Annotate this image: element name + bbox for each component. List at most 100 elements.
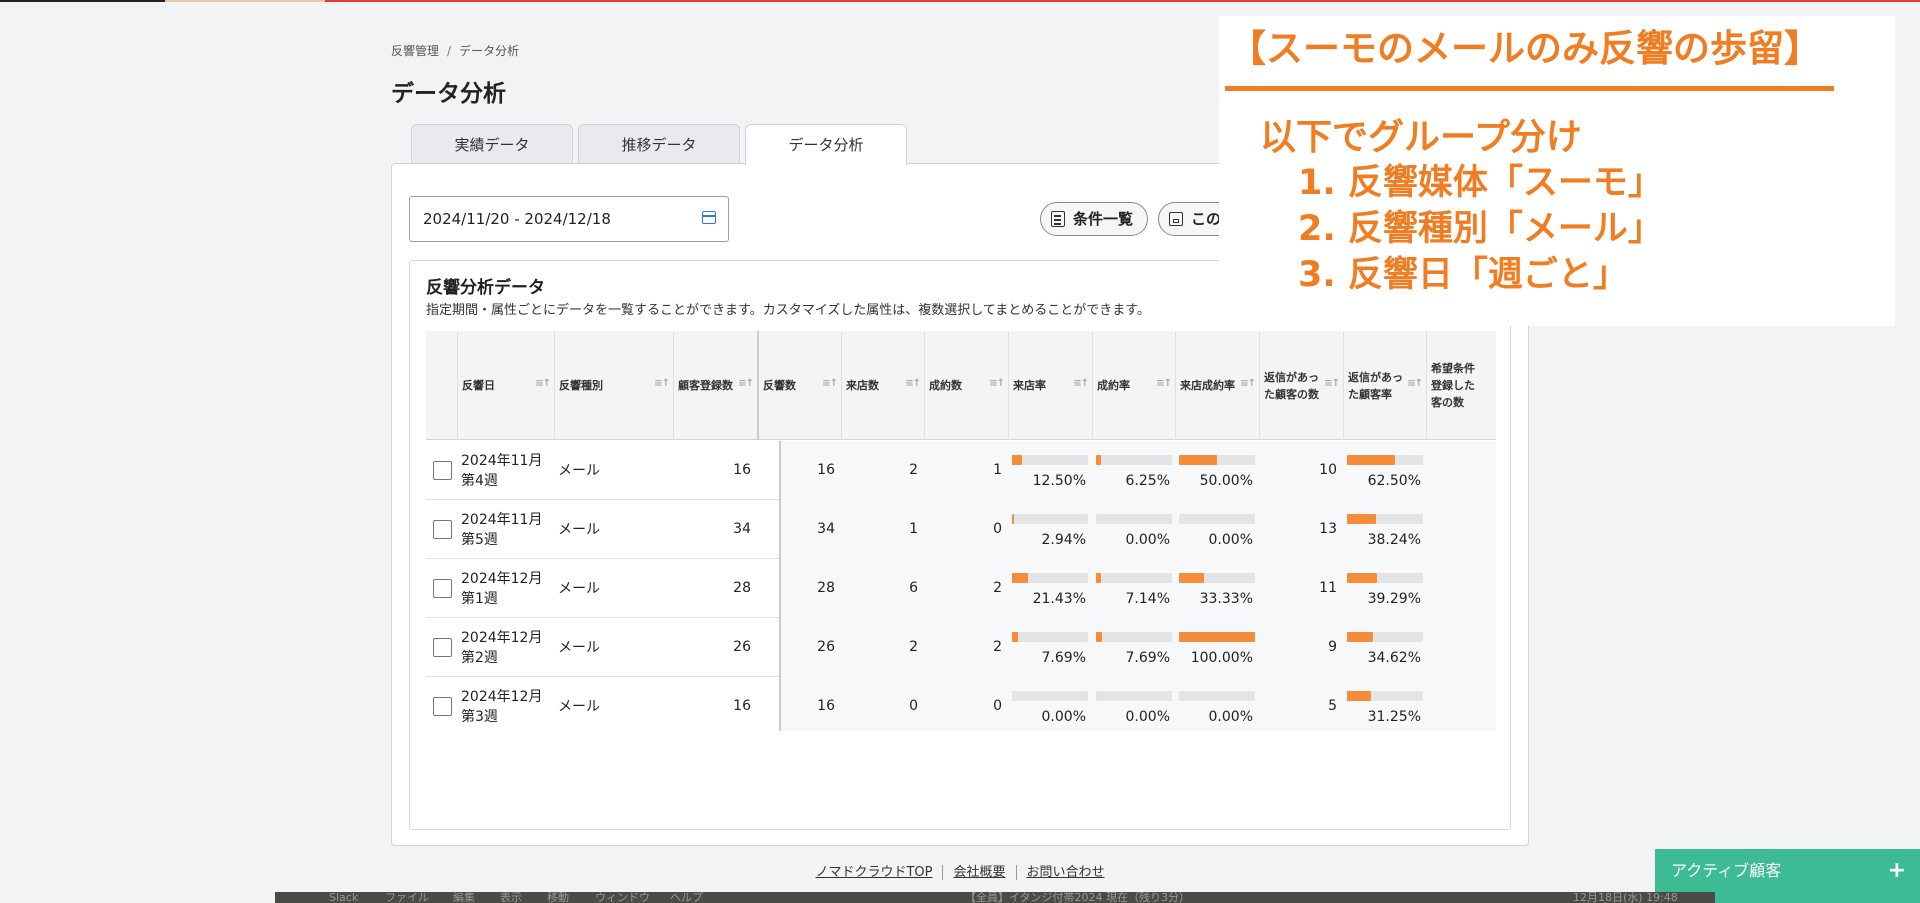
sort-icon[interactable]: ≡↑: [989, 378, 1005, 389]
footer: ノマドクラウドTOP 会社概要 お問い合わせ: [0, 861, 1920, 880]
cell-responses: 34: [817, 521, 835, 537]
column-header-visits[interactable]: 来店数 ≡↑: [841, 331, 924, 440]
page-title: データ分析: [391, 81, 506, 107]
sort-icon[interactable]: ≡↑: [535, 378, 551, 389]
rate-bar: [1347, 691, 1423, 701]
rate-bar-fill: [1012, 573, 1028, 583]
cell-registered: 34: [733, 521, 751, 537]
sort-icon[interactable]: ≡↑: [654, 378, 670, 389]
column-header-contract-rate[interactable]: 成約率 ≡↑: [1092, 331, 1175, 440]
calendar-icon[interactable]: [702, 211, 716, 224]
sort-icon[interactable]: ≡↑: [905, 378, 921, 389]
tab-trend-data[interactable]: 推移データ: [578, 124, 740, 164]
column-header-visit-contract-rate[interactable]: 来店成約率 ≡↑: [1175, 331, 1259, 440]
sort-icon[interactable]: ≡↑: [1073, 378, 1089, 389]
sort-icon[interactable]: ≡↑: [1240, 378, 1256, 389]
cell-visit_rate: 12.50%: [1032, 473, 1086, 489]
cell-contract_rate: 7.14%: [1125, 591, 1170, 607]
sort-icon[interactable]: ≡↑: [1156, 378, 1172, 389]
tab-data-analysis[interactable]: データ分析: [745, 124, 907, 165]
cell-replied_rate: 39.29%: [1367, 591, 1421, 607]
save-conditions-button[interactable]: この: [1158, 202, 1228, 236]
cell-visit_contract_rate: 0.00%: [1208, 532, 1253, 548]
column-header-registered[interactable]: 顧客登録数 ≡↑: [673, 331, 757, 440]
footer-link-company[interactable]: 会社概要: [942, 865, 1016, 880]
column-header-response-date[interactable]: 反響日 ≡↑: [457, 331, 554, 440]
top-accent-line: [0, 0, 1920, 2]
cell-replied_rate: 38.24%: [1367, 532, 1421, 548]
menubar-item[interactable]: 表示: [500, 892, 522, 903]
menubar-clock[interactable]: 12月18日(水) 19:48: [1573, 892, 1678, 903]
tab-performance-data[interactable]: 実績データ: [411, 124, 573, 164]
sort-icon[interactable]: ≡↑: [1324, 378, 1340, 389]
menubar-item[interactable]: ヘルプ: [670, 892, 703, 903]
table-row[interactable]: 2024年12月第2週 メール 26 26 2 2 9 7.69% 7.69% 100.00% 34…: [426, 618, 1496, 677]
rate-bar-fill: [1012, 455, 1022, 465]
rate-bar: [1347, 455, 1423, 465]
annotation-divider: [1225, 86, 1834, 91]
column-header-visit-rate[interactable]: 来店率 ≡↑: [1008, 331, 1092, 440]
row-checkbox[interactable]: [433, 520, 452, 539]
rate-bar-fill: [1347, 573, 1377, 583]
column-header-preference-registered[interactable]: 希望条件 登録した 客の数: [1426, 331, 1496, 440]
table-row[interactable]: 2024年11月第4週 メール 16 16 2 1 10 12.50% 6.25% 50.00% 6…: [426, 441, 1496, 500]
menubar-item[interactable]: 移動: [547, 892, 569, 903]
footer-link-contact[interactable]: お問い合わせ: [1015, 865, 1115, 880]
rate-bar: [1012, 691, 1088, 701]
menubar-item[interactable]: ウィンドウ: [595, 892, 650, 903]
cell-visit_contract_rate: 50.00%: [1199, 473, 1253, 489]
menubar-item[interactable]: ファイル: [385, 892, 429, 903]
breadcrumb: 反響管理 / データ分析: [391, 42, 519, 59]
cell-visits: 2: [909, 639, 918, 655]
annotation-subtitle: 以下でグループ分け: [1260, 117, 1582, 158]
column-header-responses[interactable]: 反響数 ≡↑: [757, 331, 841, 440]
row-checkbox[interactable]: [433, 461, 452, 480]
column-header-replied-rate[interactable]: 返信があっ た顧客率 ≡↑: [1343, 331, 1426, 440]
column-header-contracts[interactable]: 成約数 ≡↑: [924, 331, 1008, 440]
rate-bar-fill: [1012, 514, 1014, 524]
sort-icon[interactable]: ≡↑: [1407, 378, 1423, 389]
rate-bar: [1347, 514, 1423, 524]
rate-bar: [1179, 573, 1255, 583]
cell-contracts: 2: [993, 580, 1002, 596]
conditions-list-label: 条件一覧: [1073, 210, 1134, 228]
rate-bar: [1179, 514, 1255, 524]
rate-bar: [1096, 455, 1172, 465]
cell-visits: 0: [909, 698, 918, 714]
plus-icon[interactable]: +: [1888, 849, 1906, 893]
cell-responses: 16: [817, 698, 835, 714]
rate-bar: [1096, 691, 1172, 701]
rate-bar-fill: [1347, 632, 1373, 642]
cell-contract_rate: 7.69%: [1125, 650, 1170, 666]
cell-contracts: 1: [993, 462, 1002, 478]
sort-icon[interactable]: ≡↑: [738, 378, 754, 389]
cell-response-date: 2024年11月第5週: [461, 511, 543, 548]
table-row[interactable]: 2024年11月第5週 メール 34 34 1 0 13 2.94% 0.00% 0.00% 38.…: [426, 500, 1496, 559]
row-checkbox[interactable]: [433, 579, 452, 598]
row-checkbox[interactable]: [433, 638, 452, 657]
cell-response-date: 2024年11月第4週: [461, 452, 543, 489]
table-header: 反響日 ≡↑ 反響種別 ≡↑ 顧客登録数 ≡↑ 反響数 ≡↑ 来店数 ≡↑ 成約数 ≡↑ 来…: [426, 331, 1496, 440]
menubar-meeting-status[interactable]: 【全員】イタンジ付帯2024 現在（残り3分）: [965, 892, 1190, 903]
cell-replied: 11: [1319, 580, 1337, 596]
footer-link-top[interactable]: ノマドクラウドTOP: [805, 865, 942, 880]
date-range-input[interactable]: 2024/11/20 - 2024/12/18: [409, 196, 729, 242]
rate-bar-fill: [1179, 455, 1217, 465]
row-checkbox[interactable]: [433, 697, 452, 716]
table-row[interactable]: 2024年12月第3週 メール 16 16 0 0 5 0.00% 0.00% 0.00% 31.2…: [426, 677, 1496, 731]
rate-bar: [1012, 455, 1088, 465]
cell-contract_rate: 0.00%: [1125, 532, 1170, 548]
menubar-item[interactable]: Slack: [329, 892, 358, 903]
cell-response-type: メール: [558, 698, 600, 715]
column-header-replied-count[interactable]: 返信があっ た顧客の数 ≡↑: [1259, 331, 1343, 440]
cell-registered: 26: [733, 639, 751, 655]
table-row[interactable]: 2024年12月第1週 メール 28 28 6 2 11 21.43% 7.14% 33.33% 3…: [426, 559, 1496, 618]
rate-bar-fill: [1179, 573, 1204, 583]
column-header-response-type[interactable]: 反響種別 ≡↑: [554, 331, 673, 440]
sort-icon[interactable]: ≡↑: [822, 378, 838, 389]
menubar-item[interactable]: 編集: [453, 892, 475, 903]
breadcrumb-parent[interactable]: 反響管理: [391, 42, 439, 59]
conditions-list-button[interactable]: 条件一覧: [1040, 202, 1148, 236]
card-description: 指定期間・属性ごとにデータを一覧することができます。カスタマイズした属性は、複数…: [426, 303, 1150, 318]
cell-response-date: 2024年12月第3週: [461, 688, 543, 725]
